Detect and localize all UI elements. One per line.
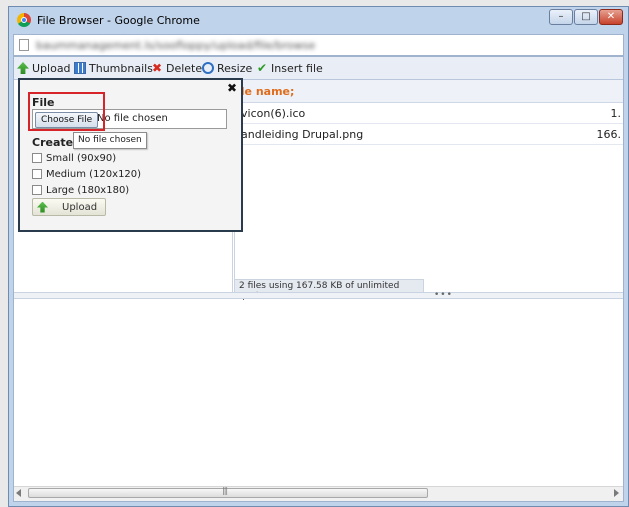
quota-status-bar: 2 files using 167.58 KB of unlimited quo… [234,279,424,301]
insert-file-toolbar-button[interactable]: ✔ Insert file [256,61,323,75]
size-option-label: Large (180x180) [46,184,130,196]
size-option-medium[interactable]: Medium (120x120) [32,167,141,181]
title-bar: File Browser - Google Chrome – □ ✕ [9,7,628,33]
close-window-button[interactable]: ✕ [599,9,623,25]
file-size: 1. [610,107,622,120]
size-option-label: Small (90x90) [46,152,117,164]
file-list-panel: ile name; vicon(6).ico 1. andleiding Dru… [234,80,623,292]
file-name: vicon(6).ico [241,107,306,120]
horizontal-scrollbar[interactable] [14,486,623,501]
scroll-right-arrow-icon[interactable] [614,489,619,497]
file-input[interactable]: Choose File No file chosen [32,109,227,129]
checkbox[interactable] [32,169,42,179]
delete-toolbar-label: Delete [166,61,203,75]
upload-submit-button[interactable]: Upload [32,198,106,216]
chrome-logo-icon [17,13,31,27]
upload-popup: ✖ File Choose File No file chosen Create… [18,78,243,232]
thumbnails-grid-icon [74,62,86,74]
upload-arrow-icon [37,201,48,213]
upload-toolbar-label: Upload [32,61,71,75]
upload-toolbar-button[interactable]: Upload [17,61,71,75]
minimize-button[interactable]: – [549,9,573,25]
upload-submit-label: Upload [62,201,98,213]
checkmark-icon: ✔ [256,61,268,75]
maximize-button[interactable]: □ [574,9,598,25]
checkbox[interactable] [32,153,42,163]
thumbnails-toolbar-button[interactable]: Thumbnails [74,61,153,75]
no-file-tooltip: No file chosen [73,132,147,149]
choose-file-button[interactable]: Choose File [35,112,99,128]
file-label: File [32,96,55,109]
resize-toolbar-button[interactable]: Resize [202,61,252,75]
size-option-label: Medium (120x120) [46,168,142,180]
file-name: andleiding Drupal.png [241,128,364,141]
close-popup-icon[interactable]: ✖ [227,81,237,95]
window-title: File Browser - Google Chrome [37,14,200,27]
panel-splitter[interactable]: ••• [14,290,623,300]
scrollbar-thumb[interactable] [28,486,428,498]
size-option-small[interactable]: Small (90x90) [32,151,116,165]
delete-x-icon: ✖ [151,61,163,75]
no-file-chosen-text: No file chosen [97,113,168,124]
scroll-left-arrow-icon[interactable] [16,489,21,497]
file-row[interactable]: vicon(6).ico 1. [235,103,623,124]
url-text: baummanagement.ls/soofloppy/upload/file/… [36,39,316,52]
checkbox[interactable] [32,185,42,195]
delete-toolbar-button[interactable]: ✖ Delete [151,61,202,75]
file-name-column-header[interactable]: ile name; [237,85,294,98]
splitter-grip-icon[interactable]: ••• [434,290,453,300]
file-list-header[interactable]: ile name; [235,80,623,103]
thumbnails-toolbar-label: Thumbnails [89,61,153,75]
file-size: 166. [596,128,622,141]
upload-arrow-icon [17,62,29,74]
size-option-large[interactable]: Large (180x180) [32,183,129,197]
file-row[interactable]: andleiding Drupal.png 166. [235,124,623,145]
page-icon [19,39,29,51]
address-bar[interactable]: baummanagement.ls/soofloppy/upload/file/… [13,34,624,56]
insert-file-toolbar-label: Insert file [271,61,323,75]
resize-toolbar-label: Resize [217,61,253,75]
toolbar: Upload Thumbnails ✖ Delete Resize ✔ Inse… [14,57,623,80]
resize-icon [202,62,214,74]
